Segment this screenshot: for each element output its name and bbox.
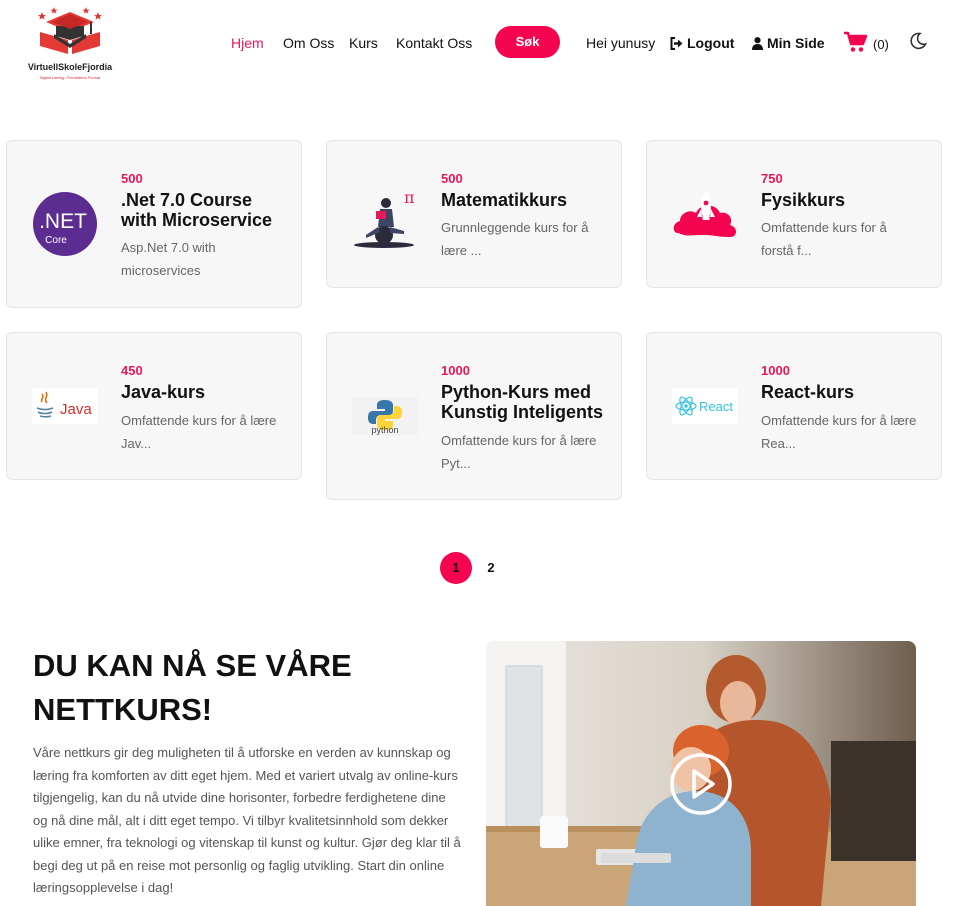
course-price: 1000 [761,363,790,378]
math-student-illustration: π [352,183,418,249]
pi-symbol-icon: π [404,188,415,207]
course-title[interactable]: Matematikkurs [441,190,611,210]
brand-logo[interactable]: VirtuellSkoleFjordia Digital Læring, Fre… [22,6,118,84]
nav-about-link[interactable]: Om Oss [283,35,334,51]
react-logo: React [672,388,738,424]
course-card[interactable]: .NET Core 500 .Net 7.0 Course with Micro… [6,140,302,308]
my-page-label: Min Side [767,35,825,51]
shopping-cart-icon[interactable] [843,31,867,53]
site-header: VirtuellSkoleFjordia Digital Læring, Fre… [0,0,956,88]
course-price: 450 [121,363,143,378]
python-logo-text: python [371,425,398,435]
logout-link[interactable]: Logout [670,35,734,51]
course-price: 1000 [441,363,470,378]
python-logo: python [352,397,418,435]
course-description: Omfattende kurs for å forstå f... [761,220,887,258]
course-card[interactable]: π 500 Matematikkurs Grunnleggende kurs f… [326,140,622,288]
dotnet-core-logo: .NET Core [32,191,98,257]
course-title[interactable]: Java-kurs [121,382,291,402]
rocket-launch-icon [672,183,738,249]
react-logo-text: React [699,399,733,414]
promo-heading: DU KAN NÅ SE VÅRE NETTKURS! [33,648,352,727]
dotnet-logo-subtext: Core [45,235,67,246]
dotnet-logo-text: .NET [39,210,87,233]
my-page-link[interactable]: Min Side [752,35,825,51]
course-title[interactable]: Fysikkurs [761,190,931,210]
promo-text: Våre nettkurs gir deg muligheten til å u… [33,745,461,895]
java-logo: Java [32,388,98,424]
course-title[interactable]: Python-Kurs med Kunstig Inteligents [441,382,611,422]
user-icon [752,37,763,50]
course-description: Asp.Net 7.0 with microservices [121,240,216,278]
pagination-page-1[interactable]: 1 [440,552,472,584]
course-card[interactable]: python 1000 Python-Kurs med Kunstig Inte… [326,332,622,500]
dark-mode-moon-icon[interactable] [909,32,927,50]
course-price: 500 [441,171,463,186]
course-description: Grunnleggende kurs for å lære ... [441,220,589,258]
cart-count: (0) [873,37,889,52]
brand-name: VirtuellSkoleFjordia [27,62,113,72]
graduation-cap-logo-icon [38,7,102,54]
search-button[interactable]: Søk [495,26,560,58]
nav-home-link[interactable]: Hjem [231,35,264,51]
course-price: 750 [761,171,783,186]
pagination-page-2[interactable]: 2 [475,552,507,584]
java-logo-text: Java [60,401,92,418]
course-card[interactable]: 750 Fysikkurs Omfattende kurs for å fors… [646,140,942,288]
course-title[interactable]: .Net 7.0 Course with Microservice [121,190,291,230]
logout-label: Logout [687,35,735,51]
course-description: Omfattende kurs for å lære Jav... [121,413,277,451]
nav-courses-link[interactable]: Kurs [349,35,378,51]
brand-tagline: Digital Læring, Fremtidens Format [39,75,101,80]
sign-out-icon [670,37,683,50]
course-price: 500 [121,171,143,186]
course-card[interactable]: React 1000 React-kurs Omfattende kurs fo… [646,332,942,480]
course-description: Omfattende kurs for å lære Pyt... [441,433,597,471]
play-video-icon[interactable] [669,752,733,816]
nav-contact-link[interactable]: Kontakt Oss [396,35,472,51]
course-card[interactable]: Java 450 Java-kurs Omfattende kurs for å… [6,332,302,480]
course-title[interactable]: React-kurs [761,382,931,402]
course-description: Omfattende kurs for å lære Rea... [761,413,917,451]
user-greeting: Hei yunusy [586,35,656,51]
